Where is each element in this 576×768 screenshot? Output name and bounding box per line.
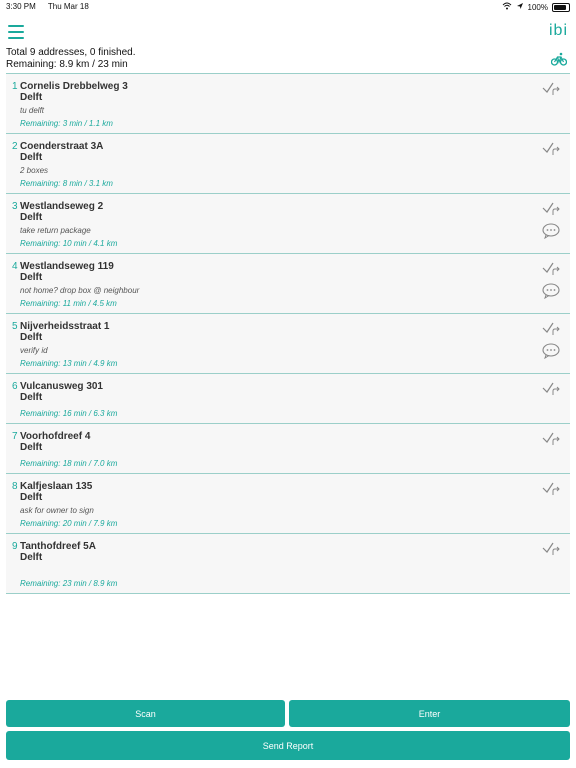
stop-number: 2 (12, 141, 18, 152)
bicycle-icon[interactable] (550, 52, 568, 66)
stop-street: Coenderstraat 3A (20, 141, 104, 152)
address-list: 1 Cornelis Drebbelweg 3 Delft tu delft Remai… (6, 73, 570, 594)
enter-button[interactable]: Enter (289, 700, 570, 727)
stop-remaining: Remaining: 18 min / 7.0 km (20, 459, 118, 468)
battery-percent: 100% (527, 2, 548, 12)
check-forward-icon[interactable] (542, 482, 560, 496)
status-bar: 3:30 PM Thu Mar 18 100% (0, 0, 576, 14)
stop-street: Vulcanusweg 301 (20, 381, 103, 392)
stop-number: 1 (12, 81, 18, 92)
stop-remaining: Remaining: 23 min / 8.9 km (20, 579, 118, 588)
stop-street: Voorhofdreef 4 (20, 431, 91, 442)
stop-number: 5 (12, 321, 18, 332)
address-list-item[interactable]: 4 Westlandseweg 119 Delft not home? drop bo… (6, 254, 570, 314)
stop-number: 4 (12, 261, 18, 272)
check-forward-icon[interactable] (542, 542, 560, 556)
stop-street: Cornelis Drebbelweg 3 (20, 81, 128, 92)
check-forward-icon[interactable] (542, 142, 560, 156)
stop-note: not home? drop box @ neighbour (20, 286, 140, 295)
address-list-item[interactable]: 7 Voorhofdreef 4 Delft Remaining: 18 min / … (6, 424, 570, 474)
stop-city: Delft (20, 212, 43, 223)
check-forward-icon[interactable] (542, 322, 560, 336)
app-logo: ibi (548, 22, 568, 39)
summary-total: Total 9 addresses, 0 finished. (6, 47, 136, 58)
stop-number: 7 (12, 431, 18, 442)
stop-remaining: Remaining: 16 min / 6.3 km (20, 409, 118, 418)
location-icon (516, 2, 524, 12)
hamburger-menu-icon[interactable] (8, 25, 24, 41)
stop-remaining: Remaining: 10 min / 4.1 km (20, 239, 118, 248)
stop-remaining: Remaining: 20 min / 7.9 km (20, 519, 118, 528)
address-list-item[interactable]: 5 Nijverheidsstraat 1 Delft verify id Remain… (6, 314, 570, 374)
stop-city: Delft (20, 332, 43, 343)
check-forward-icon[interactable] (542, 202, 560, 216)
message-icon[interactable] (542, 223, 560, 240)
stop-remaining: Remaining: 3 min / 1.1 km (20, 119, 113, 128)
stop-street: Westlandseweg 2 (20, 201, 104, 212)
check-forward-icon[interactable] (542, 82, 560, 96)
stop-number: 6 (12, 381, 18, 392)
stop-city: Delft (20, 552, 43, 563)
address-list-item[interactable]: 9 Tanthofdreef 5A Delft Remaining: 23 min /… (6, 534, 570, 594)
stop-remaining: Remaining: 11 min / 4.5 km (20, 299, 117, 308)
check-forward-icon[interactable] (542, 432, 560, 446)
status-date: Thu Mar 18 (47, 2, 89, 11)
stop-remaining: Remaining: 8 min / 3.1 km (20, 179, 113, 188)
stop-remaining: Remaining: 13 min / 4.9 km (20, 359, 118, 368)
stop-number: 3 (12, 201, 18, 212)
stop-note: tu delft (20, 106, 45, 115)
route-summary: Total 9 addresses, 0 finished. Remaining… (6, 47, 136, 71)
summary-remaining: Remaining: 8.9 km / 23 min (6, 59, 128, 70)
stop-city: Delft (20, 152, 43, 163)
stop-note: 2 boxes (20, 166, 49, 175)
stop-note: take return package (20, 226, 91, 235)
wifi-icon (502, 2, 512, 12)
stop-street: Kalfjeslaan 135 (20, 481, 93, 492)
send-report-button[interactable]: Send Report (6, 731, 570, 760)
stop-note: verify id (20, 346, 48, 355)
address-list-item[interactable]: 8 Kalfjeslaan 135 Delft ask for owner to si… (6, 474, 570, 534)
stop-city: Delft (20, 272, 43, 283)
check-forward-icon[interactable] (542, 382, 560, 396)
stop-street: Nijverheidsstraat 1 (20, 321, 110, 332)
stop-number: 9 (12, 541, 18, 552)
address-list-item[interactable]: 3 Westlandseweg 2 Delft take return package… (6, 194, 570, 254)
battery-icon (552, 2, 570, 12)
message-icon[interactable] (542, 283, 560, 300)
stop-number: 8 (12, 481, 18, 492)
address-list-item[interactable]: 1 Cornelis Drebbelweg 3 Delft tu delft Remai… (6, 74, 570, 134)
stop-city: Delft (20, 492, 43, 503)
stop-city: Delft (20, 392, 43, 403)
stop-street: Tanthofdreef 5A (20, 541, 96, 552)
check-forward-icon[interactable] (542, 262, 560, 276)
status-time: 3:30 PM (6, 2, 36, 11)
stop-city: Delft (20, 442, 43, 453)
stop-city: Delft (20, 92, 43, 103)
address-list-item[interactable]: 6 Vulcanusweg 301 Delft Remaining: 16 min /… (6, 374, 570, 424)
message-icon[interactable] (542, 343, 560, 360)
stop-note: ask for owner to sign (20, 506, 94, 515)
address-list-item[interactable]: 2 Coenderstraat 3A Delft 2 boxes Remaining: … (6, 134, 570, 194)
scan-button[interactable]: Scan (6, 700, 285, 727)
stop-street: Westlandseweg 119 (20, 261, 114, 272)
